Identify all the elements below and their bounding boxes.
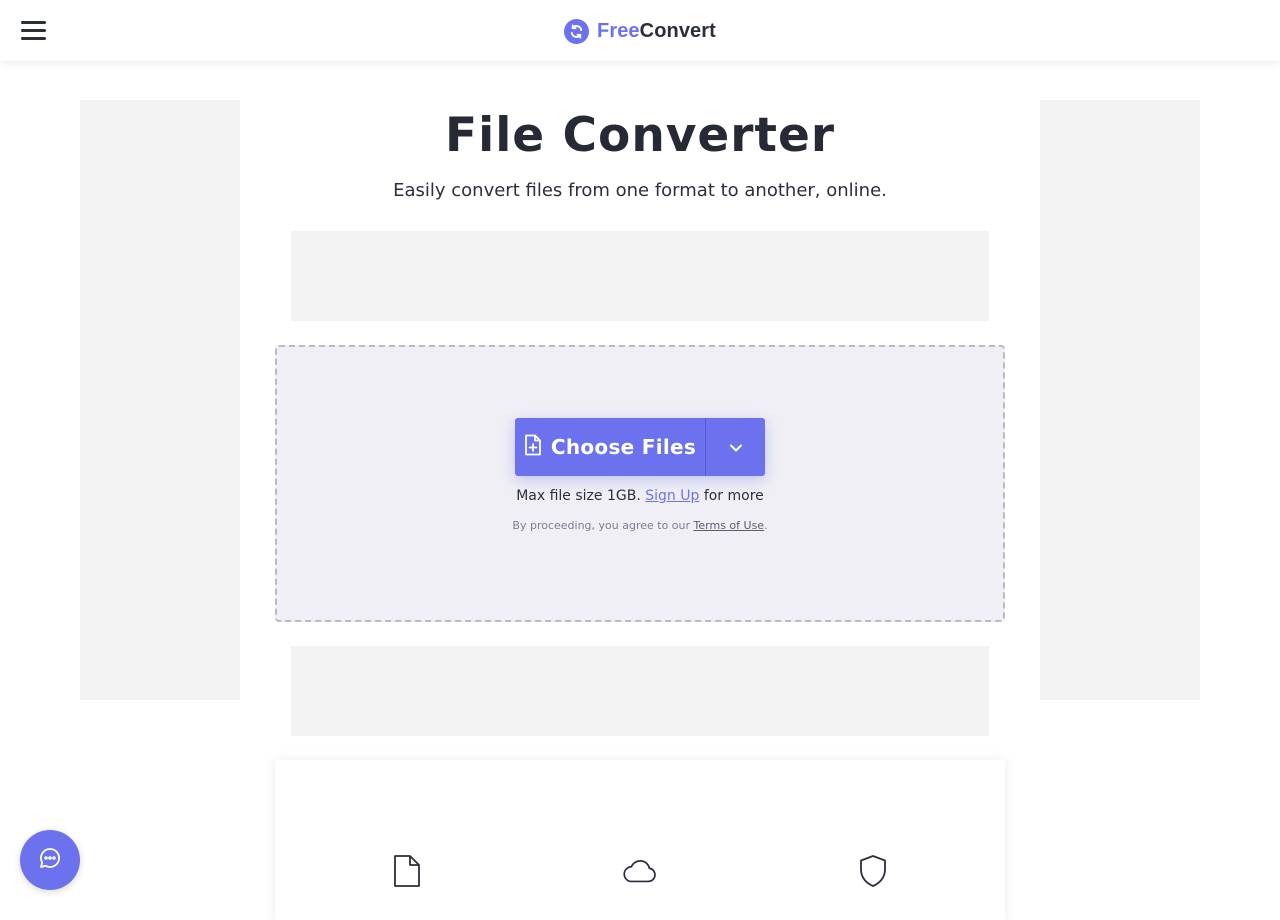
max-size-prefix: Max file size 1GB. — [516, 488, 641, 504]
left-ad-placeholder — [80, 100, 240, 700]
bottom-banner-ad-placeholder — [291, 646, 989, 736]
terms-of-use-link[interactable]: Terms of Use — [694, 519, 765, 532]
hamburger-menu-icon[interactable] — [20, 18, 48, 44]
cloud-icon — [621, 853, 657, 889]
max-file-size-note: Max file size 1GB. Sign Up for more — [275, 488, 1005, 504]
choose-files-button-group: Choose Files — [515, 418, 765, 476]
chat-bubble-icon — [38, 846, 62, 874]
shield-icon — [855, 853, 891, 889]
terms-suffix: . — [764, 519, 768, 532]
freeconvert-logo[interactable]: FreeConvert — [564, 17, 716, 45]
chevron-down-icon — [728, 438, 744, 457]
logo-convert-text: Convert — [639, 19, 716, 42]
upload-source-dropdown[interactable] — [706, 418, 765, 476]
logo-free-text: Free — [597, 19, 640, 42]
max-size-suffix: for more — [703, 488, 764, 504]
choose-files-button[interactable]: Choose Files — [515, 418, 705, 476]
terms-prefix: By proceeding, you agree to our — [512, 519, 691, 532]
sign-up-link[interactable]: Sign Up — [645, 488, 699, 504]
file-dropzone[interactable] — [275, 345, 1005, 622]
logo-wordmark: FreeConvert — [597, 20, 716, 43]
top-banner-ad-placeholder — [291, 231, 989, 321]
top-navbar: FreeConvert — [0, 0, 1280, 61]
choose-files-label: Choose Files — [550, 435, 697, 459]
refresh-circle-icon — [564, 18, 589, 44]
page-title: File Converter — [444, 108, 836, 163]
file-plus-icon — [524, 434, 542, 461]
features-card — [275, 760, 1005, 920]
terms-note: By proceeding, you agree to our Terms of… — [275, 519, 1005, 532]
chat-support-button[interactable] — [20, 830, 80, 890]
file-icon — [389, 853, 425, 889]
right-ad-placeholder — [1040, 100, 1200, 700]
page-subtitle: Easily convert files from one format to … — [393, 180, 887, 201]
